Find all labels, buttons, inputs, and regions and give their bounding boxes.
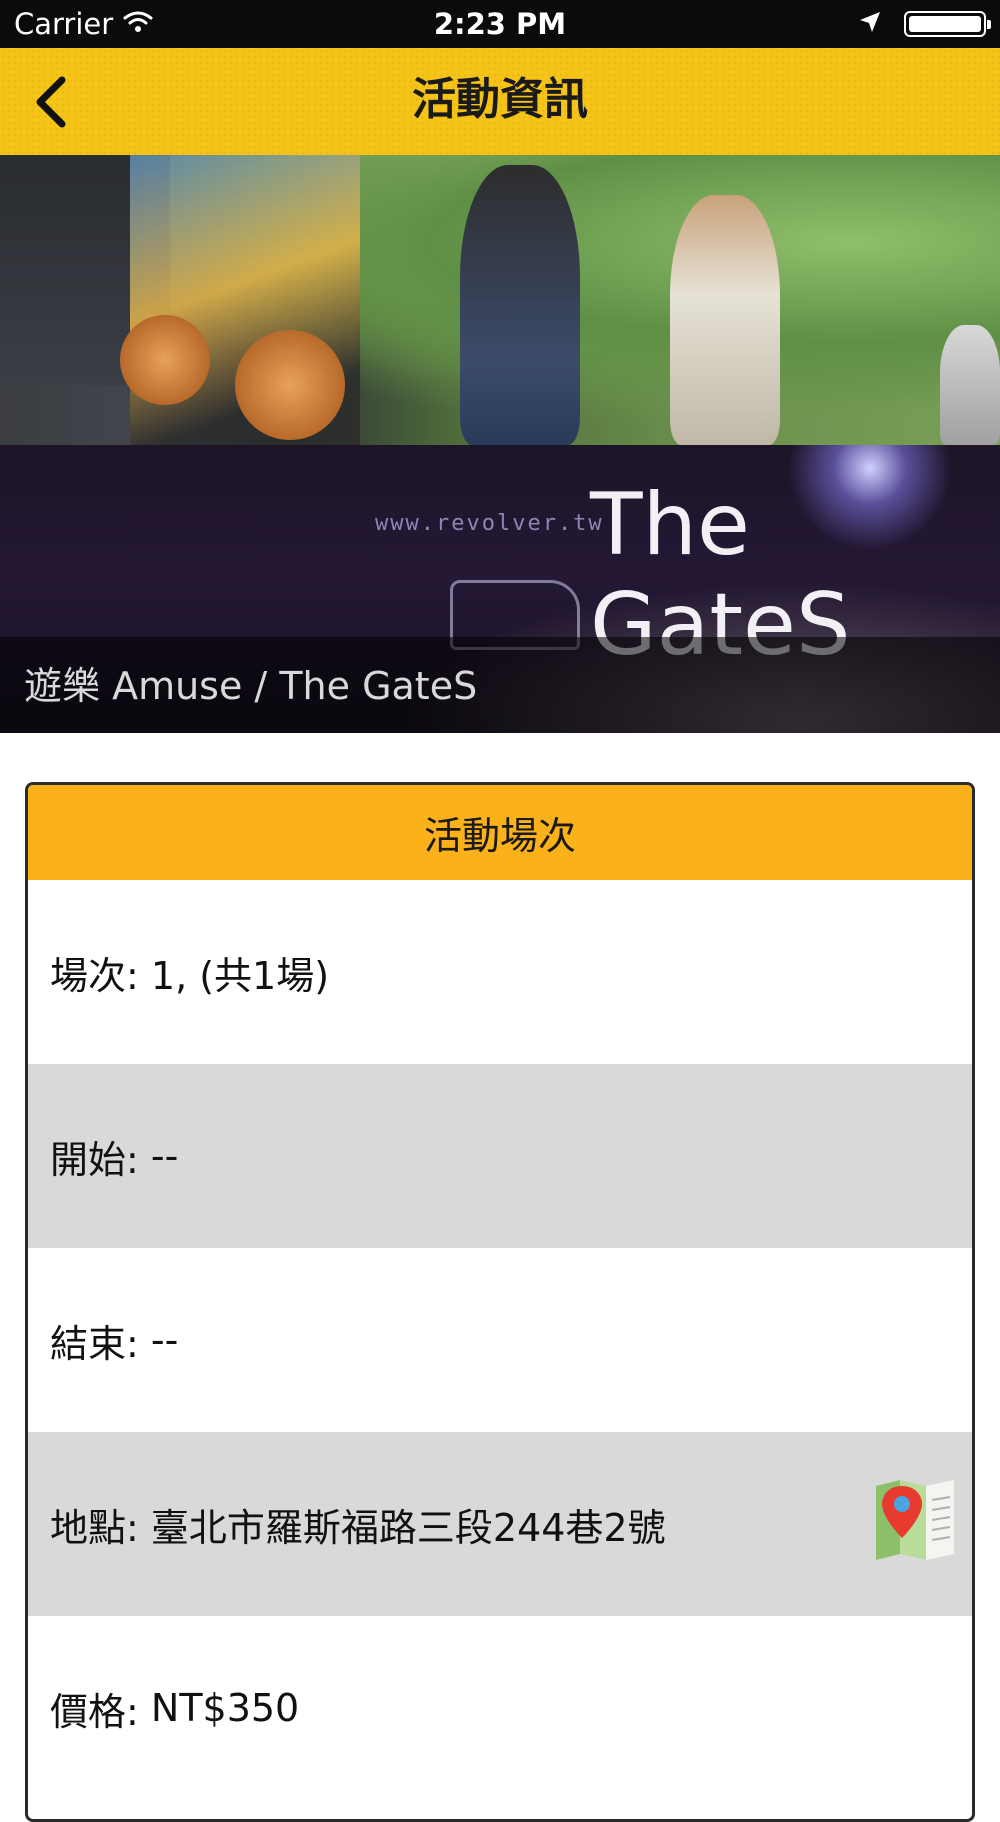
- end-time-row: 結束: --: [28, 1248, 972, 1432]
- row-label: 地點:: [50, 1505, 151, 1550]
- battery-tip: [987, 20, 991, 29]
- battery-icon: [904, 11, 991, 37]
- map-pin-icon: [876, 1480, 954, 1560]
- row-value: 臺北市羅斯福路三段244巷2號: [150, 1505, 666, 1550]
- status-right: [858, 10, 991, 38]
- row-label: 開始:: [50, 1137, 151, 1182]
- row-value: 1, (共1場): [150, 953, 330, 998]
- guitar-player-figure: [670, 195, 780, 445]
- row-value: --: [150, 1318, 179, 1362]
- banner-caption: 遊樂 Amuse / The GateS: [24, 664, 478, 708]
- banner-url-text: www.revolver.tw: [375, 511, 604, 536]
- row-value: --: [150, 1134, 179, 1178]
- location-arrow-icon: [858, 10, 882, 38]
- row-label: 價格:: [50, 1689, 151, 1734]
- row-value: NT$350: [150, 1686, 300, 1730]
- band-photo-stage: [0, 155, 1000, 445]
- status-time: 2:23 PM: [433, 7, 567, 41]
- banner-caption-bar: 遊樂 Amuse / The GateS: [0, 637, 1000, 733]
- bass-player-figure: [460, 165, 580, 445]
- row-label: 結束:: [50, 1321, 151, 1366]
- battery-fill: [909, 16, 981, 32]
- location-row: 地點: 臺北市羅斯福路三段244巷2號: [28, 1432, 972, 1616]
- status-bar: Carrier 2:23 PM: [0, 0, 1000, 48]
- row-label: 場次:: [50, 953, 151, 998]
- drum-shape: [235, 330, 345, 440]
- event-banner-image: www.revolver.tw The GateS 遊樂 Amuse / The…: [0, 155, 1000, 733]
- audience-figure: [940, 325, 1000, 445]
- navigation-bar: 活動資訊: [0, 48, 1000, 155]
- event-sessions-card: 活動場次 場次: 1, (共1場) 開始: -- 結束: -- 地點: 臺北市羅…: [25, 782, 975, 1822]
- start-time-row: 開始: --: [28, 1064, 972, 1248]
- card-header: 活動場次: [28, 785, 972, 880]
- session-number-row: 場次: 1, (共1場): [28, 880, 972, 1064]
- drum-shape: [120, 315, 210, 405]
- price-row: 價格: NT$350: [28, 1616, 972, 1800]
- open-map-button[interactable]: [874, 1478, 956, 1562]
- page-title: 活動資訊: [412, 74, 588, 125]
